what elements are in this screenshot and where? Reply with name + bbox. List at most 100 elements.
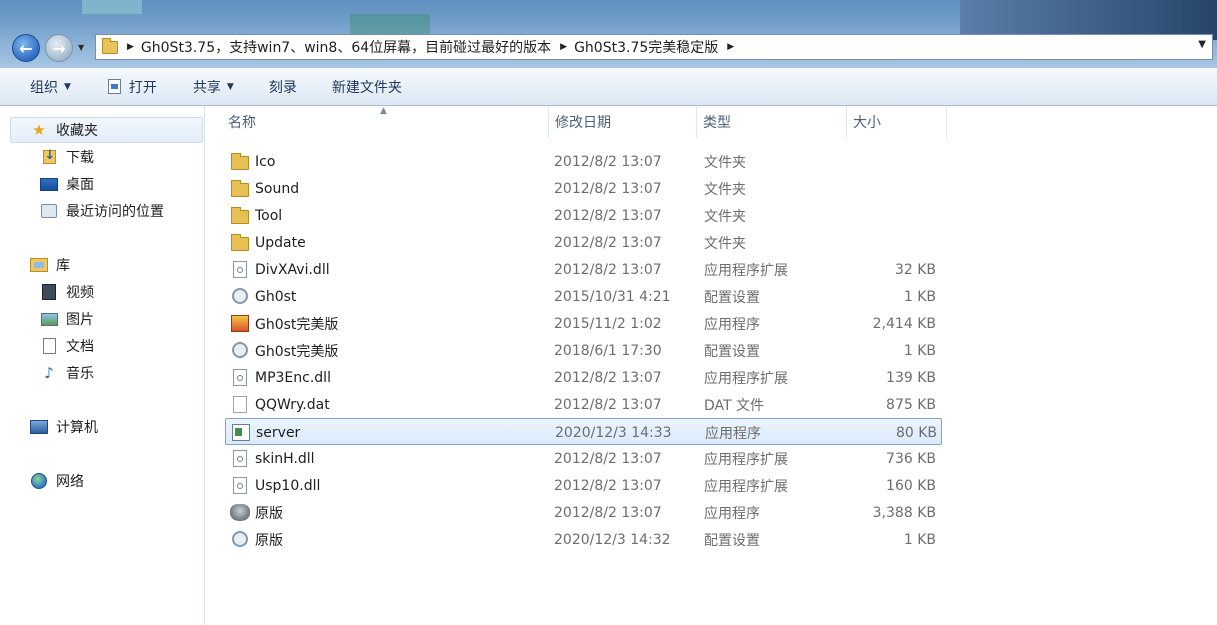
nav-libraries[interactable]: 库 [30, 254, 70, 276]
file-size: 1 KB [903, 342, 936, 359]
folder-icon [231, 234, 249, 251]
file-date: 2012/8/2 13:07 [554, 369, 662, 386]
file-row[interactable]: 原版 2012/8/2 13:07 应用程序 3,388 KB [225, 499, 942, 526]
new-folder-button[interactable]: 新建文件夹 [332, 77, 402, 97]
nav-pictures[interactable]: 图片 [40, 308, 94, 330]
burn-label: 刻录 [268, 79, 297, 96]
file-row[interactable]: 原版 2020/12/3 14:32 配置设置 1 KB [225, 526, 942, 553]
column-header-name[interactable]: 名称 [222, 106, 549, 138]
forward-button[interactable]: → [45, 34, 73, 62]
file-name: Gh0st完美版 [255, 316, 339, 333]
file-size [854, 175, 936, 202]
file-type: 应用程序 [704, 505, 760, 522]
file-size [854, 229, 936, 256]
file-row[interactable]: server 2020/12/3 14:33 应用程序 80 KB [225, 418, 942, 445]
nav-downloads[interactable]: 下载 [40, 146, 94, 168]
new-folder-label: 新建文件夹 [331, 79, 402, 96]
nav-music[interactable]: ♪ 音乐 [40, 362, 94, 384]
file-date: 2012/8/2 13:07 [554, 396, 662, 413]
breadcrumb-current[interactable]: Gh0St3.75完美稳定版 [574, 37, 718, 57]
file-size: 1 KB [903, 288, 936, 305]
nav-documents[interactable]: 文档 [40, 335, 94, 357]
file-row[interactable]: Update 2012/8/2 13:07 文件夹 [225, 229, 942, 256]
file-row[interactable]: Usp10.dll 2012/8/2 13:07 应用程序扩展 160 KB [225, 472, 942, 499]
file-row[interactable]: QQWry.dat 2012/8/2 13:07 DAT 文件 875 KB [225, 391, 942, 418]
open-button[interactable]: 打开 [107, 77, 157, 97]
chevron-down-icon: ▼ [226, 81, 234, 92]
file-type: 文件夹 [704, 154, 746, 171]
file-type: DAT 文件 [704, 397, 765, 414]
file-name: Gh0st完美版 [255, 343, 339, 360]
nav-label: 视频 [66, 285, 94, 301]
file-list: ▲ 名称 修改日期 类型 大小 Ico 2012/8/2 13:07 文件夹 Soun… [205, 106, 1217, 625]
nav-label: 库 [56, 258, 70, 274]
column-label: 修改日期 [555, 115, 611, 131]
config-icon [232, 531, 248, 547]
nav-computer[interactable]: 计算机 [30, 416, 98, 438]
burn-button[interactable]: 刻录 [269, 77, 297, 97]
file-type: 应用程序扩展 [704, 451, 788, 468]
file-icon [233, 396, 247, 413]
address-dropdown-icon[interactable]: ▼ [1198, 39, 1206, 50]
file-date: 2012/8/2 13:07 [554, 504, 662, 521]
video-icon [42, 284, 56, 300]
chevron-down-icon: ▼ [64, 81, 71, 92]
file-type: 文件夹 [704, 235, 746, 252]
nav-label: 收藏夹 [56, 123, 98, 139]
navigation-pane [0, 106, 205, 625]
file-name: QQWry.dat [255, 396, 330, 413]
breadcrumb-chevron-icon[interactable]: ▶ [127, 42, 134, 52]
file-row[interactable]: Tool 2012/8/2 13:07 文件夹 [225, 202, 942, 229]
file-row[interactable]: MP3Enc.dll 2012/8/2 13:07 应用程序扩展 139 KB [225, 364, 942, 391]
column-header-date[interactable]: 修改日期 [549, 106, 697, 138]
column-label: 名称 [228, 115, 256, 131]
file-row[interactable]: DivXAvi.dll 2012/8/2 13:07 应用程序扩展 32 KB [225, 256, 942, 283]
file-type: 配置设置 [704, 532, 760, 549]
breadcrumb-chevron-icon[interactable]: ▶ [727, 42, 734, 52]
file-size: 32 KB [894, 261, 936, 278]
file-size [854, 202, 936, 229]
dll-icon [233, 477, 247, 494]
exe-icon [232, 424, 250, 441]
file-row[interactable]: skinH.dll 2012/8/2 13:07 应用程序扩展 736 KB [225, 445, 942, 472]
nav-network[interactable]: 网络 [30, 470, 84, 492]
breadcrumb-parent[interactable]: Gh0St3.75，支持win7、win8、64位屏幕，目前碰过最好的版本 [141, 37, 551, 57]
breadcrumb-chevron-icon[interactable]: ▶ [560, 42, 567, 52]
file-date: 2012/8/2 13:07 [554, 477, 662, 494]
nav-label: 图片 [66, 312, 94, 328]
file-type: 文件夹 [704, 181, 746, 198]
recent-pages-dropdown[interactable]: ▼ [78, 43, 84, 52]
nav-label: 计算机 [56, 420, 98, 436]
nav-videos[interactable]: 视频 [40, 281, 94, 303]
background-blur [350, 14, 430, 34]
back-button[interactable]: ← [12, 34, 40, 62]
file-row[interactable]: Ico 2012/8/2 13:07 文件夹 [225, 148, 942, 175]
column-header-size[interactable]: 大小 [847, 106, 947, 138]
file-date: 2012/8/2 13:07 [554, 153, 662, 170]
file-row[interactable]: Sound 2012/8/2 13:07 文件夹 [225, 175, 942, 202]
file-size: 2,414 KB [872, 315, 936, 332]
music-icon: ♪ [44, 364, 54, 382]
nav-recent-places[interactable]: 最近访问的位置 [40, 200, 164, 222]
file-size: 875 KB [886, 396, 936, 413]
nav-label: 文档 [66, 339, 94, 355]
column-header-type[interactable]: 类型 [697, 106, 847, 138]
nav-desktop[interactable]: 桌面 [40, 173, 94, 195]
file-size: 139 KB [886, 369, 936, 386]
column-label: 大小 [853, 115, 881, 131]
nav-favorites[interactable]: ★ 收藏夹 [30, 119, 98, 141]
config-icon [232, 288, 248, 304]
file-date: 2012/8/2 13:07 [554, 261, 662, 278]
recent-places-icon [41, 204, 57, 218]
arrow-left-icon: ← [19, 38, 33, 58]
share-button[interactable]: 共享 ▼ [193, 77, 234, 97]
dll-icon [233, 450, 247, 467]
documents-icon [42, 338, 56, 354]
file-size: 736 KB [886, 450, 936, 467]
file-row[interactable]: Gh0st完美版 2015/11/2 1:02 应用程序 2,414 KB [225, 310, 942, 337]
address-bar[interactable]: ▶ Gh0St3.75，支持win7、win8、64位屏幕，目前碰过最好的版本 … [95, 34, 1213, 60]
organize-button[interactable]: 组织 ▼ [30, 77, 71, 97]
file-row[interactable]: Gh0st完美版 2018/6/1 17:30 配置设置 1 KB [225, 337, 942, 364]
file-name: 原版 [255, 532, 283, 549]
file-row[interactable]: Gh0st 2015/10/31 4:21 配置设置 1 KB [225, 283, 942, 310]
